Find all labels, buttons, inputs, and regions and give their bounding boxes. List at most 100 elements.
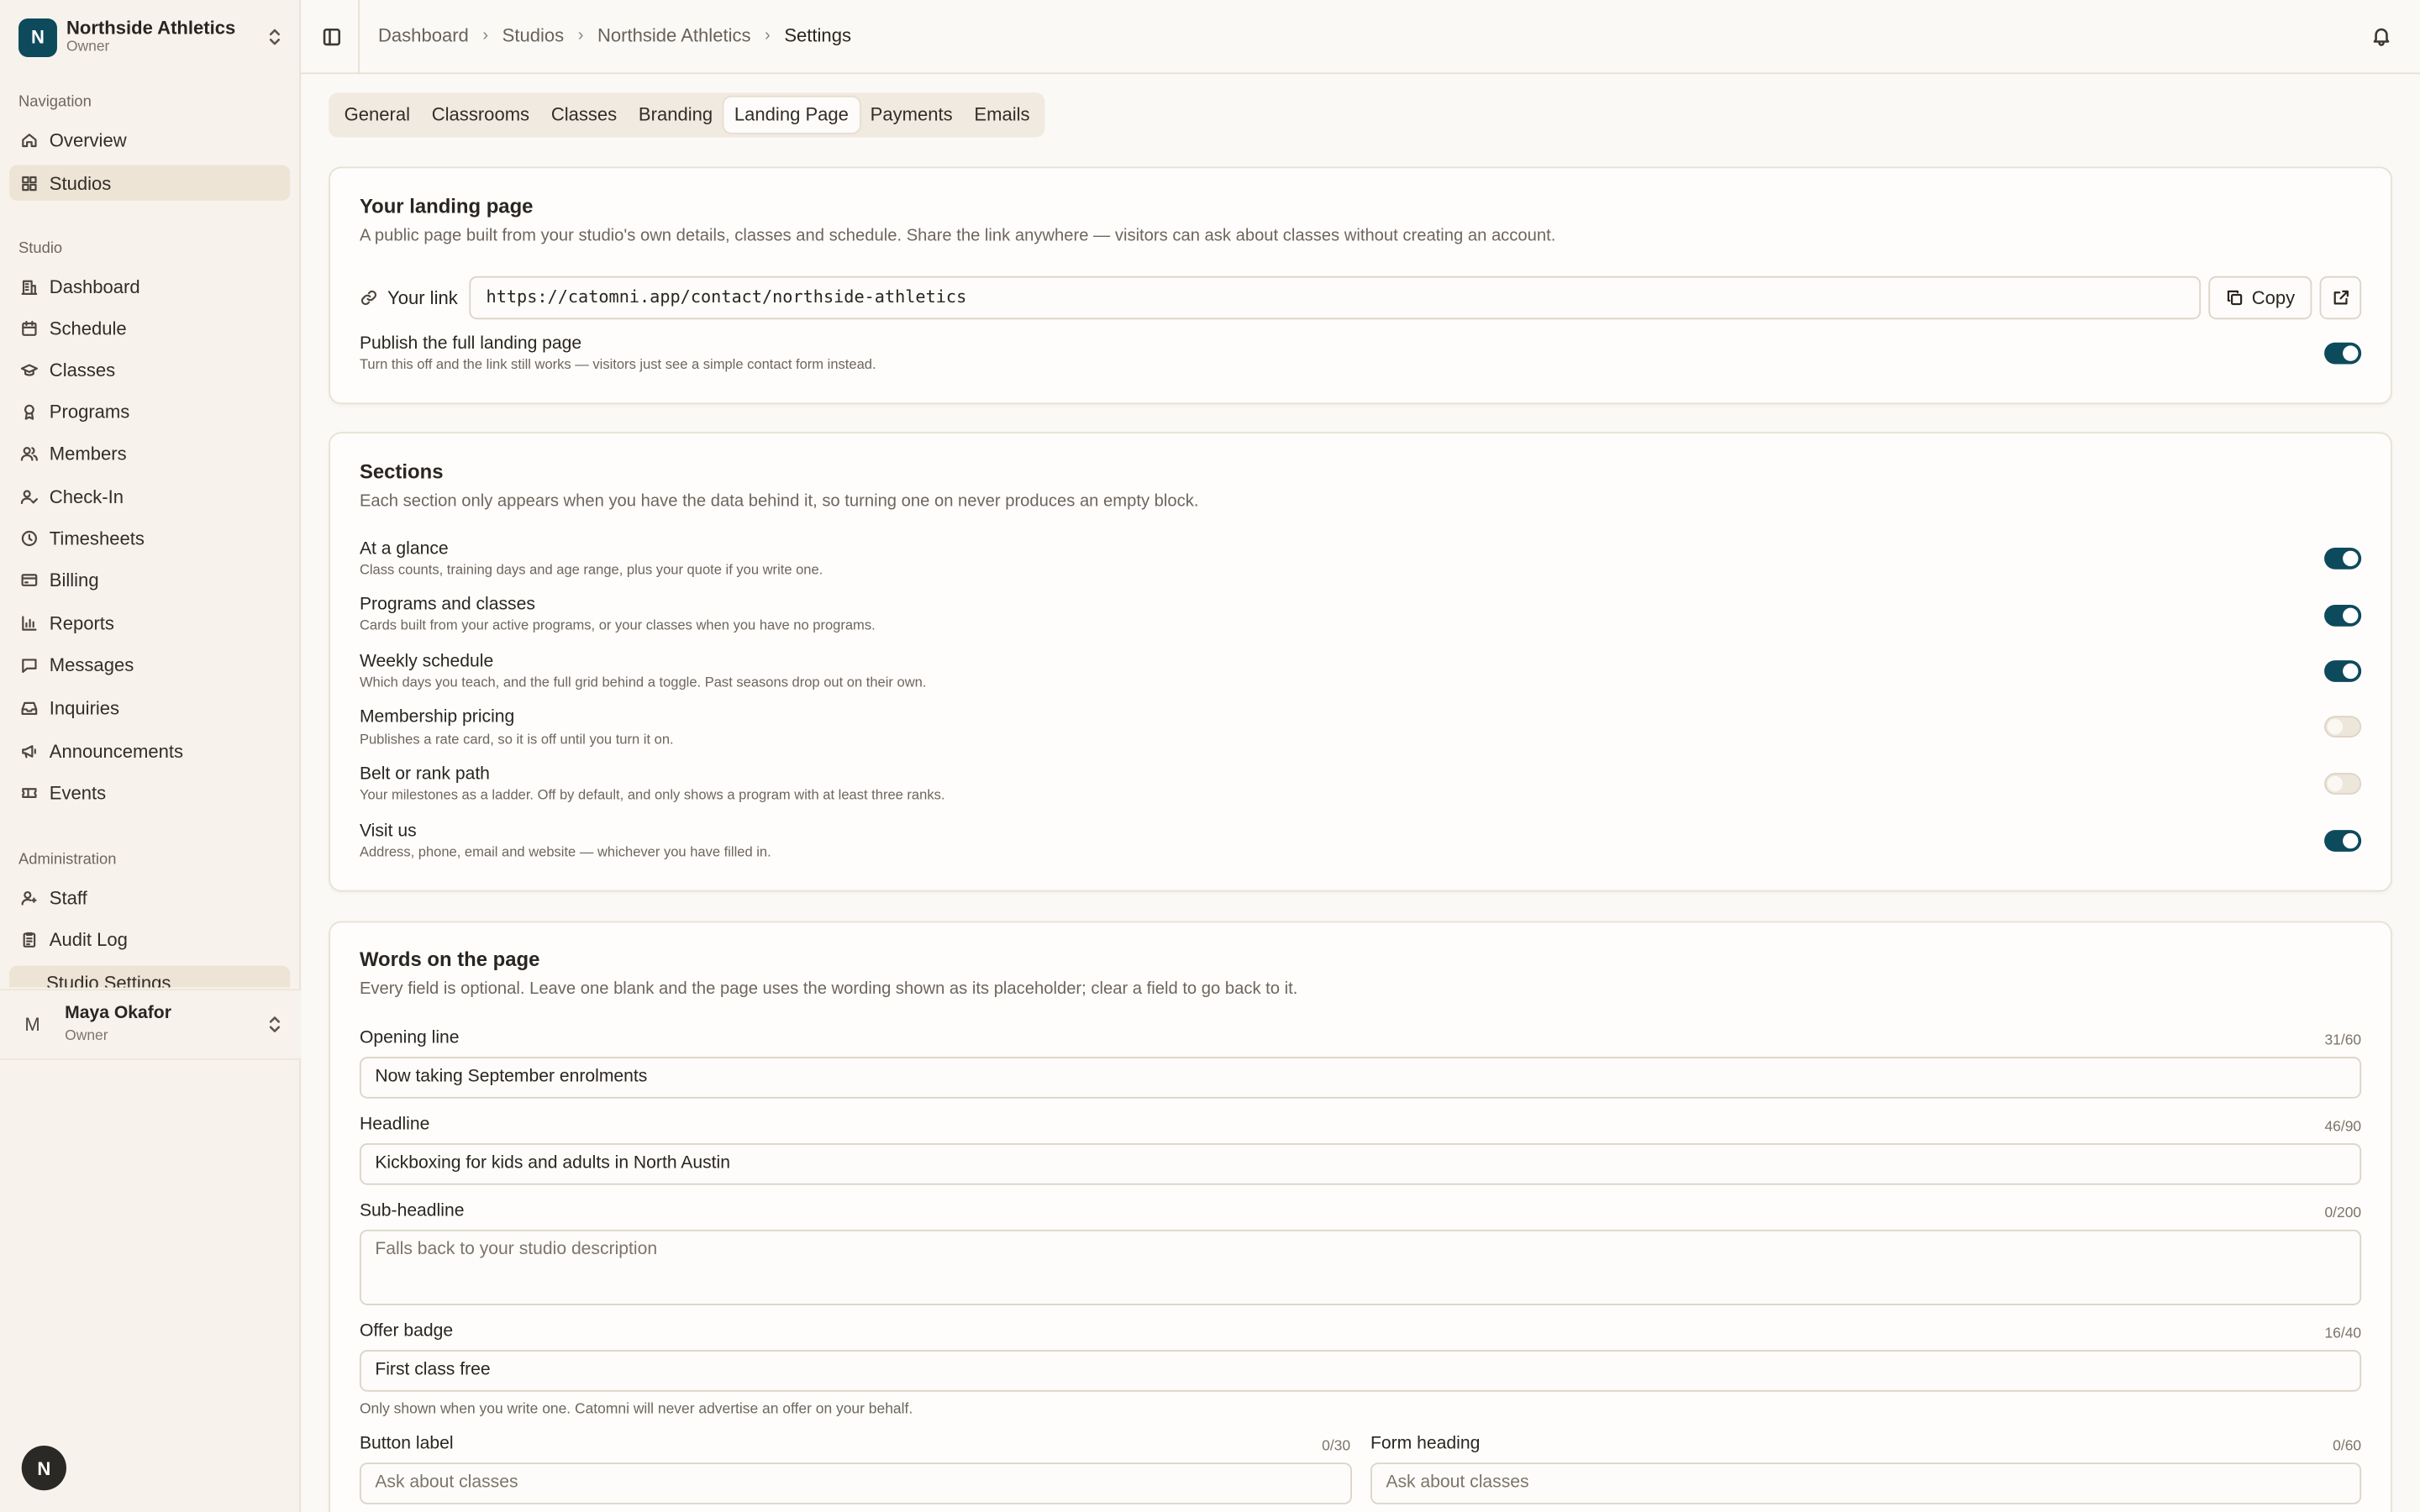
- top-bar: Dashboard › Studios › Northside Athletic…: [301, 0, 2420, 75]
- publish-toggle[interactable]: [2324, 342, 2362, 365]
- sidebar-item-label: Studios: [49, 171, 112, 194]
- breadcrumb-studios[interactable]: Studios: [502, 24, 565, 46]
- tab-landing-page[interactable]: Landing Page: [723, 97, 860, 133]
- award-icon: [24, 403, 34, 419]
- users-icon: [20, 446, 38, 460]
- card-description: A public page built from your studio's o…: [359, 226, 1556, 246]
- chevron-right-icon: ›: [765, 26, 771, 45]
- sidebar-item-inquiries[interactable]: Inquiries: [9, 690, 290, 725]
- sidebar-item-label: Classes: [49, 359, 116, 381]
- chevron-right-icon: ›: [482, 26, 489, 45]
- section-description: Cards built from your active programs, o…: [359, 617, 876, 633]
- sidebar-item-label: Messages: [49, 653, 134, 675]
- field-label: Button label: [359, 1435, 454, 1454]
- user-role: Owner: [65, 1026, 108, 1044]
- tab-general[interactable]: General: [334, 97, 421, 133]
- section-toggle-belt-path[interactable]: [2324, 773, 2362, 795]
- section-description: Your milestones as a ladder. Off by defa…: [359, 786, 945, 803]
- section-title: Membership pricing: [359, 708, 515, 727]
- card-title: Words on the page: [359, 947, 540, 971]
- sidebar-item-label: Overview: [49, 129, 127, 151]
- tab-classes[interactable]: Classes: [540, 97, 628, 133]
- section-description: Address, phone, email and website — whic…: [359, 843, 771, 860]
- sidebar-item-schedule[interactable]: Schedule: [9, 310, 290, 345]
- subheadline-textarea[interactable]: Falls back to your studio description: [359, 1229, 2362, 1305]
- section-toggle-at-a-glance[interactable]: [2324, 548, 2362, 570]
- sidebar-item-label: Reports: [49, 612, 114, 633]
- char-count: 46/90: [2324, 1118, 2362, 1136]
- section-title: Belt or rank path: [359, 765, 490, 785]
- field-label: Headline: [359, 1115, 430, 1134]
- sidebar-item-audit-log[interactable]: Audit Log: [9, 921, 290, 957]
- sidebar-item-label: Inquiries: [49, 696, 120, 718]
- sidebar-item-label: Announcements: [49, 739, 184, 762]
- sections-card: Sections Each section only appears when …: [329, 432, 2392, 892]
- landing-page-card: Your landing page A public page built fr…: [329, 166, 2392, 405]
- field-label: Sub-headline: [359, 1201, 465, 1221]
- sidebar-item-billing[interactable]: Billing: [9, 562, 290, 597]
- sidebar-item-timesheets[interactable]: Timesheets: [9, 520, 290, 555]
- external-link-icon: [2333, 290, 2349, 305]
- sidebar: N Northside Athletics Owner Navigation O…: [0, 0, 302, 1512]
- section-toggle-visit-us[interactable]: [2324, 830, 2362, 852]
- bell-icon[interactable]: [2370, 24, 2392, 46]
- sidebar-item-studio-settings[interactable]: Studio Settings: [9, 965, 291, 988]
- section-description: Class counts, training days and age rang…: [359, 561, 823, 577]
- publish-title: Publish the full landing page: [359, 334, 582, 354]
- tab-emails[interactable]: Emails: [964, 97, 1041, 133]
- breadcrumb-studio[interactable]: Northside Athletics: [597, 24, 751, 46]
- bar-chart-icon: [22, 615, 37, 630]
- opening-line-input[interactable]: Now taking September enrolments: [359, 1057, 2362, 1099]
- section-description: Which days you teach, and the full grid …: [359, 674, 927, 690]
- sidebar-item-label: Check-In: [49, 485, 124, 507]
- section-toggle-programs[interactable]: [2324, 604, 2362, 627]
- copy-link-button[interactable]: Copy: [2208, 276, 2312, 320]
- card-title: Sections: [359, 459, 444, 483]
- chevron-right-icon: ›: [577, 26, 584, 45]
- breadcrumb: Dashboard › Studios › Northside Athletic…: [378, 24, 851, 46]
- sidebar-item-checkin[interactable]: Check-In: [9, 478, 290, 513]
- sidebar-item-dashboard[interactable]: Dashboard: [9, 269, 290, 304]
- sidebar-item-announcements[interactable]: Announcements: [9, 732, 290, 768]
- section-title: Weekly schedule: [359, 652, 494, 671]
- nav-group-navigation: Navigation: [18, 94, 92, 112]
- divider: [358, 0, 360, 75]
- message-square-icon: [22, 658, 37, 673]
- char-count: 31/60: [2324, 1032, 2362, 1049]
- sidebar-item-members[interactable]: Members: [9, 435, 290, 470]
- button-label-input[interactable]: Ask about classes: [359, 1462, 1352, 1504]
- sidebar-item-staff[interactable]: Staff: [9, 879, 290, 915]
- form-heading-input[interactable]: Ask about classes: [1370, 1462, 2362, 1504]
- sidebar-item-programs[interactable]: Programs: [9, 393, 290, 428]
- char-count: 0/200: [2324, 1205, 2362, 1222]
- breadcrumb-dashboard[interactable]: Dashboard: [378, 24, 469, 46]
- org-switcher[interactable]: N Northside Athletics Owner: [18, 17, 286, 57]
- char-count: 16/40: [2324, 1325, 2362, 1342]
- section-toggle-weekly-schedule[interactable]: [2324, 660, 2362, 682]
- headline-input[interactable]: Kickboxing for kids and adults in North …: [359, 1142, 2362, 1185]
- tab-branding[interactable]: Branding: [628, 97, 723, 133]
- user-menu[interactable]: M Maya Okafor Owner: [0, 989, 302, 1060]
- offer-badge-input[interactable]: First class free: [359, 1350, 2362, 1392]
- tab-payments[interactable]: Payments: [860, 97, 964, 133]
- link-label-text: Your link: [387, 286, 458, 309]
- sidebar-item-label: Audit Log: [49, 927, 128, 950]
- sidebar-item-events[interactable]: Events: [9, 774, 290, 810]
- section-toggle-membership-pricing[interactable]: [2324, 716, 2362, 738]
- inbox-icon: [21, 701, 38, 715]
- floating-assistant-button[interactable]: N: [21, 1445, 66, 1491]
- sidebar-item-studios[interactable]: Studios: [9, 165, 291, 201]
- section-description: Publishes a rate card, so it is off unti…: [359, 731, 674, 747]
- field-label: Opening line: [359, 1029, 460, 1048]
- landing-link-field[interactable]: https://catomni.app/contact/northside-at…: [469, 276, 2202, 320]
- sidebar-item-overview[interactable]: Overview: [9, 122, 290, 157]
- sidebar-item-classes[interactable]: Classes: [9, 352, 290, 387]
- nav-group-administration: Administration: [18, 851, 117, 869]
- open-link-button[interactable]: [2319, 276, 2362, 320]
- org-role: Owner: [66, 39, 110, 56]
- section-title: Programs and classes: [359, 595, 535, 615]
- sidebar-item-messages[interactable]: Messages: [9, 647, 290, 682]
- tab-classrooms[interactable]: Classrooms: [421, 97, 540, 133]
- sidebar-item-reports[interactable]: Reports: [9, 605, 290, 640]
- sidebar-toggle-icon[interactable]: [321, 26, 343, 48]
